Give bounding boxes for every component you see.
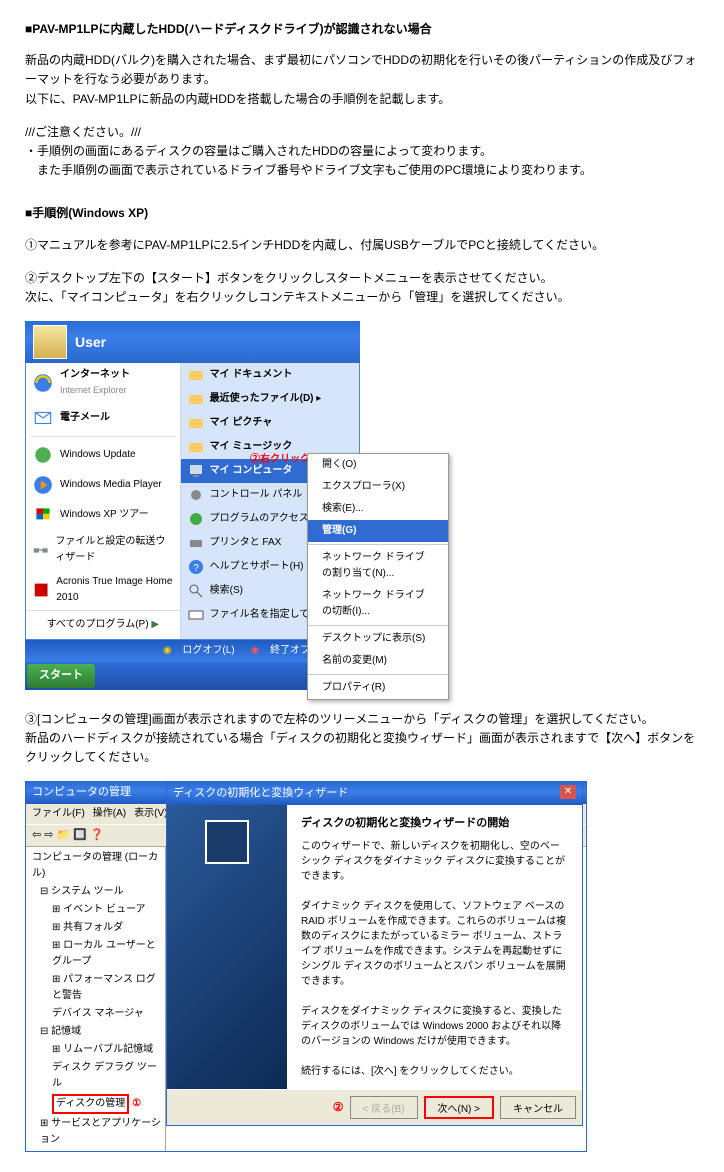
wmp-icon bbox=[32, 474, 54, 496]
all-programs[interactable]: すべてのプログラム(P) ▶ bbox=[26, 610, 180, 639]
computer-mgmt-screenshot: コンピュータの管理 ▢ ✕ ファイル(F) 操作(A) 表示(V) ウィンドウ(… bbox=[25, 781, 587, 1152]
tree-storage: ⊟ 記憶域 bbox=[28, 1023, 163, 1041]
folder-icon bbox=[187, 366, 205, 384]
mypics-item[interactable]: マイ ピクチャ bbox=[181, 411, 359, 435]
context-menu: 開く(O) エクスプローラ(X) 検索(E)... 管理(G) ネットワーク ド… bbox=[307, 453, 449, 700]
printer-icon bbox=[187, 534, 205, 552]
ctx-rename[interactable]: 名前の変更(M) bbox=[308, 650, 448, 672]
tree-users: ⊞ ローカル ユーザーとグループ bbox=[28, 937, 163, 971]
step3: ③[コンピュータの管理]画面が表示されますので左枠のツリーメニューから「ディスク… bbox=[25, 710, 699, 768]
tree-perf: ⊞ パフォーマンス ログと警告 bbox=[28, 971, 163, 1005]
tree-root: コンピュータの管理 (ローカル) bbox=[28, 849, 163, 883]
caution-block: ///ご注意ください。/// ・手順例の画面にあるディスクの容量はご購入されたH… bbox=[25, 123, 699, 181]
acronis-item[interactable]: Acronis True Image Home 2010 bbox=[26, 570, 180, 610]
ctx-netdrive[interactable]: ネットワーク ドライブの割り当て(N)... bbox=[308, 547, 448, 585]
back-button[interactable]: < 戻る(B) bbox=[350, 1096, 418, 1119]
mail-icon bbox=[32, 407, 54, 429]
tour-item[interactable]: Windows XP ツアー bbox=[26, 500, 180, 530]
step2: ②デスクトップ左下の【スタート】ボタンをクリックしスタートメニューを表示させてく… bbox=[25, 269, 699, 307]
ie-item[interactable]: インターネットInternet Explorer bbox=[26, 363, 180, 403]
user-name: User bbox=[75, 331, 106, 353]
ctx-desktop[interactable]: デスクトップに表示(S) bbox=[308, 628, 448, 650]
next-button[interactable]: 次へ(N) > bbox=[424, 1096, 495, 1119]
start-menu-screenshot: User インターネットInternet Explorer 電子メール Wind… bbox=[25, 321, 360, 690]
access-icon bbox=[187, 510, 205, 528]
ctx-netdisc[interactable]: ネットワーク ドライブの切断(I)... bbox=[308, 585, 448, 623]
gear-icon bbox=[187, 486, 205, 504]
tree-diskmgmt: ディスクの管理 ① bbox=[28, 1093, 163, 1115]
step1: ①マニュアルを参考にPAV-MP1LPに2.5インチHDDを内蔵し、付属USBケ… bbox=[25, 236, 699, 255]
cancel-button[interactable]: キャンセル bbox=[500, 1096, 576, 1119]
ctx-explorer[interactable]: エクスプローラ(X) bbox=[308, 476, 448, 498]
tree-defrag: ディスク デフラグ ツール bbox=[28, 1059, 163, 1093]
close-icon[interactable]: ✕ bbox=[560, 785, 576, 799]
start-button[interactable]: スタート bbox=[27, 664, 95, 688]
wizard-banner bbox=[167, 805, 287, 1090]
svg-text:?: ? bbox=[193, 563, 199, 574]
help-icon: ? bbox=[187, 558, 205, 576]
marker-2: ② bbox=[333, 1098, 344, 1117]
recent-item[interactable]: 最近使ったファイル(D) ▸ bbox=[181, 387, 359, 411]
tree-svcs: ⊞ サービスとアプリケーション bbox=[28, 1115, 163, 1149]
tree-eventv: ⊞ イベント ビューア bbox=[28, 901, 163, 919]
ctx-search[interactable]: 検索(E)... bbox=[308, 498, 448, 520]
computer-icon bbox=[187, 462, 205, 480]
globe-icon bbox=[32, 444, 54, 466]
doc-title: ■PAV-MP1LPに内蔵したHDD(ハードディスクドライブ)が認識されない場合 bbox=[25, 20, 699, 39]
flag-icon bbox=[32, 504, 54, 526]
intro-para: 新品の内蔵HDD(バルク)を購入された場合、まず最初にパソコンでHDDの初期化を… bbox=[25, 51, 699, 109]
tree-shared: ⊞ 共有フォルダ bbox=[28, 919, 163, 937]
tree-devmgr: デバイス マネージャ bbox=[28, 1005, 163, 1023]
procedure-heading: ■手順例(Windows XP) bbox=[25, 204, 699, 223]
init-wizard-dialog: ディスクの初期化と変換ウィザード ✕ ディスクの初期化と変換ウィザードの開始 こ… bbox=[166, 782, 583, 1126]
folder-icon bbox=[187, 390, 205, 408]
tree-systools: ⊟ システム ツール bbox=[28, 883, 163, 901]
user-avatar bbox=[33, 325, 67, 359]
wmp-item[interactable]: Windows Media Player bbox=[26, 470, 180, 500]
tree-removable: ⊞ リムーバブル記憶域 bbox=[28, 1041, 163, 1059]
acronis-icon bbox=[32, 579, 50, 601]
wizard-item[interactable]: ファイルと設定の転送ウィザード bbox=[26, 530, 180, 570]
ie-icon bbox=[32, 372, 54, 394]
wizard-titlebar: ディスクの初期化と変換ウィザード ✕ bbox=[167, 783, 582, 805]
chevron-right-icon: ▶ bbox=[151, 617, 159, 633]
run-icon bbox=[187, 606, 205, 624]
ctx-open[interactable]: 開く(O) bbox=[308, 454, 448, 476]
disk-icon bbox=[205, 820, 249, 864]
power-icon: ◉ bbox=[251, 645, 260, 656]
cm-tree[interactable]: コンピュータの管理 (ローカル) ⊟ システム ツール ⊞ イベント ビューア … bbox=[26, 847, 166, 1151]
update-item[interactable]: Windows Update bbox=[26, 440, 180, 470]
key-icon: ◉ bbox=[163, 645, 172, 656]
logoff-button[interactable]: ◉ ログオフ(L) bbox=[155, 643, 235, 659]
folder-icon bbox=[187, 438, 205, 456]
ctx-props[interactable]: プロパティ(R) bbox=[308, 677, 448, 699]
ctx-manage[interactable]: 管理(G) bbox=[308, 520, 448, 542]
mydocs-item[interactable]: マイ ドキュメント bbox=[181, 363, 359, 387]
anno-rightclick: ②右クリック bbox=[250, 452, 310, 468]
folder-icon bbox=[187, 414, 205, 432]
start-left-column: インターネットInternet Explorer 電子メール Windows U… bbox=[26, 363, 181, 639]
mail-item[interactable]: 電子メール bbox=[26, 403, 180, 433]
transfer-icon bbox=[32, 539, 49, 561]
wizard-buttons: ② < 戻る(B) 次へ(N) > キャンセル bbox=[167, 1089, 582, 1125]
wizard-content: ディスクの初期化と変換ウィザードの開始 このウィザードで、新しいディスクを初期化… bbox=[287, 805, 582, 1090]
start-right-column: マイ ドキュメント 最近使ったファイル(D) ▸ マイ ピクチャ マイ ミュージ… bbox=[181, 363, 359, 639]
user-bar: User bbox=[25, 321, 360, 363]
search-icon bbox=[187, 582, 205, 600]
wizard-heading: ディスクの初期化と変換ウィザードの開始 bbox=[301, 815, 568, 832]
